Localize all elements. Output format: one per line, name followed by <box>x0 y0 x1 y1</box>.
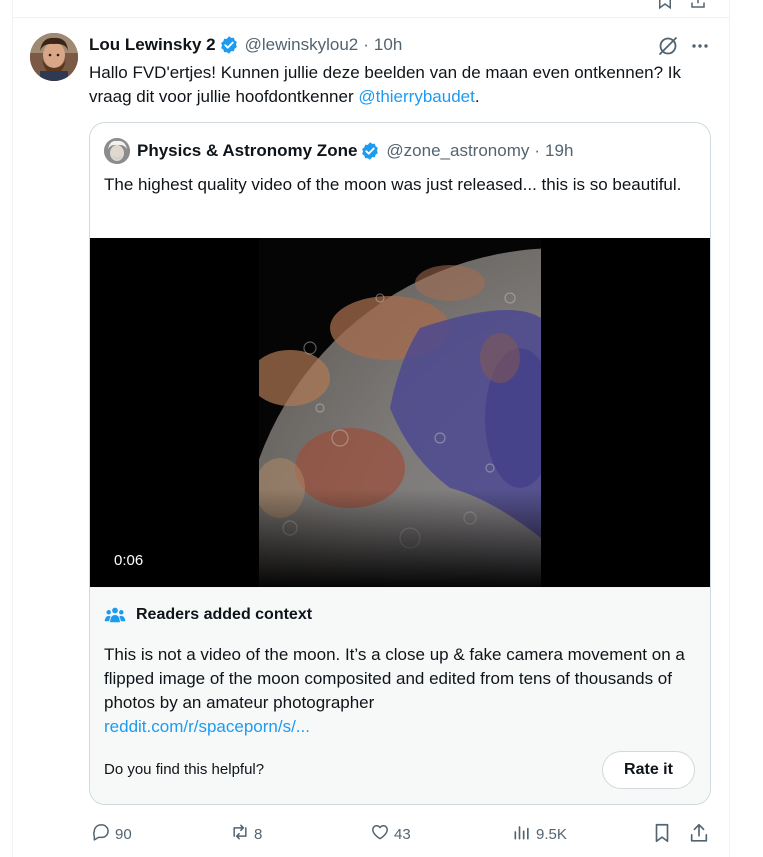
author-display-name[interactable]: Lou Lewinsky 2 <box>89 35 216 55</box>
repost-icon <box>230 822 254 846</box>
video-player[interactable]: 0:06 <box>90 238 710 587</box>
community-note: Readers added context This is not a vide… <box>90 587 710 804</box>
quoted-handle[interactable]: @zone_astronomy <box>386 141 529 161</box>
tweet-actions: 90 8 43 9.5K <box>0 818 763 848</box>
community-note-text: This is not a video of the moon. It’s a … <box>104 645 685 712</box>
timeline-left-border <box>12 0 13 857</box>
share-icon[interactable] <box>688 822 710 844</box>
like-count: 43 <box>394 825 411 843</box>
views-button[interactable]: 9.5K <box>512 822 567 846</box>
reply-button[interactable]: 90 <box>91 822 132 846</box>
community-note-body: This is not a video of the moon. It’s a … <box>104 643 704 739</box>
quoted-display-name[interactable]: Physics & Astronomy Zone <box>137 141 357 161</box>
tweet-text-end: . <box>474 87 480 106</box>
quoted-tweet[interactable]: Physics & Astronomy Zone @zone_astronomy… <box>89 122 711 805</box>
bookmark-icon[interactable] <box>655 0 675 10</box>
timeline-right-border <box>729 0 730 857</box>
verified-badge-icon[interactable] <box>360 141 380 161</box>
repost-count: 8 <box>254 825 263 843</box>
heart-icon <box>370 822 394 846</box>
video-duration: 0:06 <box>114 552 144 569</box>
bookmark-icon[interactable] <box>651 822 673 844</box>
tweet-header: Lou Lewinsky 2 @lewinskylou2 · 10h <box>89 34 402 56</box>
views-count: 9.5K <box>536 825 567 843</box>
quoted-avatar[interactable] <box>104 138 130 164</box>
separator-dot: · <box>363 35 369 54</box>
more-icon[interactable] <box>688 34 712 58</box>
community-note-title: Readers added context <box>136 606 313 623</box>
moon-video-frame <box>90 238 710 587</box>
tweet-time[interactable]: 10h <box>374 35 402 55</box>
quoted-time[interactable]: 19h <box>545 141 573 161</box>
mention-link[interactable]: @thierrybaudet <box>358 87 475 106</box>
helpful-question: Do you find this helpful? <box>104 761 265 778</box>
reply-count: 90 <box>115 825 132 843</box>
people-icon <box>104 606 126 624</box>
community-note-header: Readers added context <box>104 606 312 624</box>
tweet-text: Hallo FVD'ertjes! Kunnen jullie deze bee… <box>89 61 719 109</box>
verified-badge-icon[interactable] <box>219 35 239 55</box>
like-button[interactable]: 43 <box>370 822 411 846</box>
avatar[interactable] <box>30 33 78 81</box>
previous-tweet-actions <box>0 0 763 10</box>
reply-icon <box>91 822 115 846</box>
views-icon <box>512 822 536 846</box>
quoted-tweet-text: The highest quality video of the moon wa… <box>104 175 682 194</box>
quoted-tweet-header: Physics & Astronomy Zone @zone_astronomy… <box>104 138 573 164</box>
community-note-link[interactable]: reddit.com/r/spaceporn/s/... <box>104 715 704 739</box>
share-icon[interactable] <box>688 0 708 10</box>
divider <box>13 17 729 18</box>
repost-button[interactable]: 8 <box>230 822 262 846</box>
grok-icon[interactable] <box>656 34 680 58</box>
rate-it-button[interactable]: Rate it <box>602 751 695 789</box>
separator-dot: · <box>534 141 541 160</box>
author-handle[interactable]: @lewinskylou2 <box>245 35 359 55</box>
